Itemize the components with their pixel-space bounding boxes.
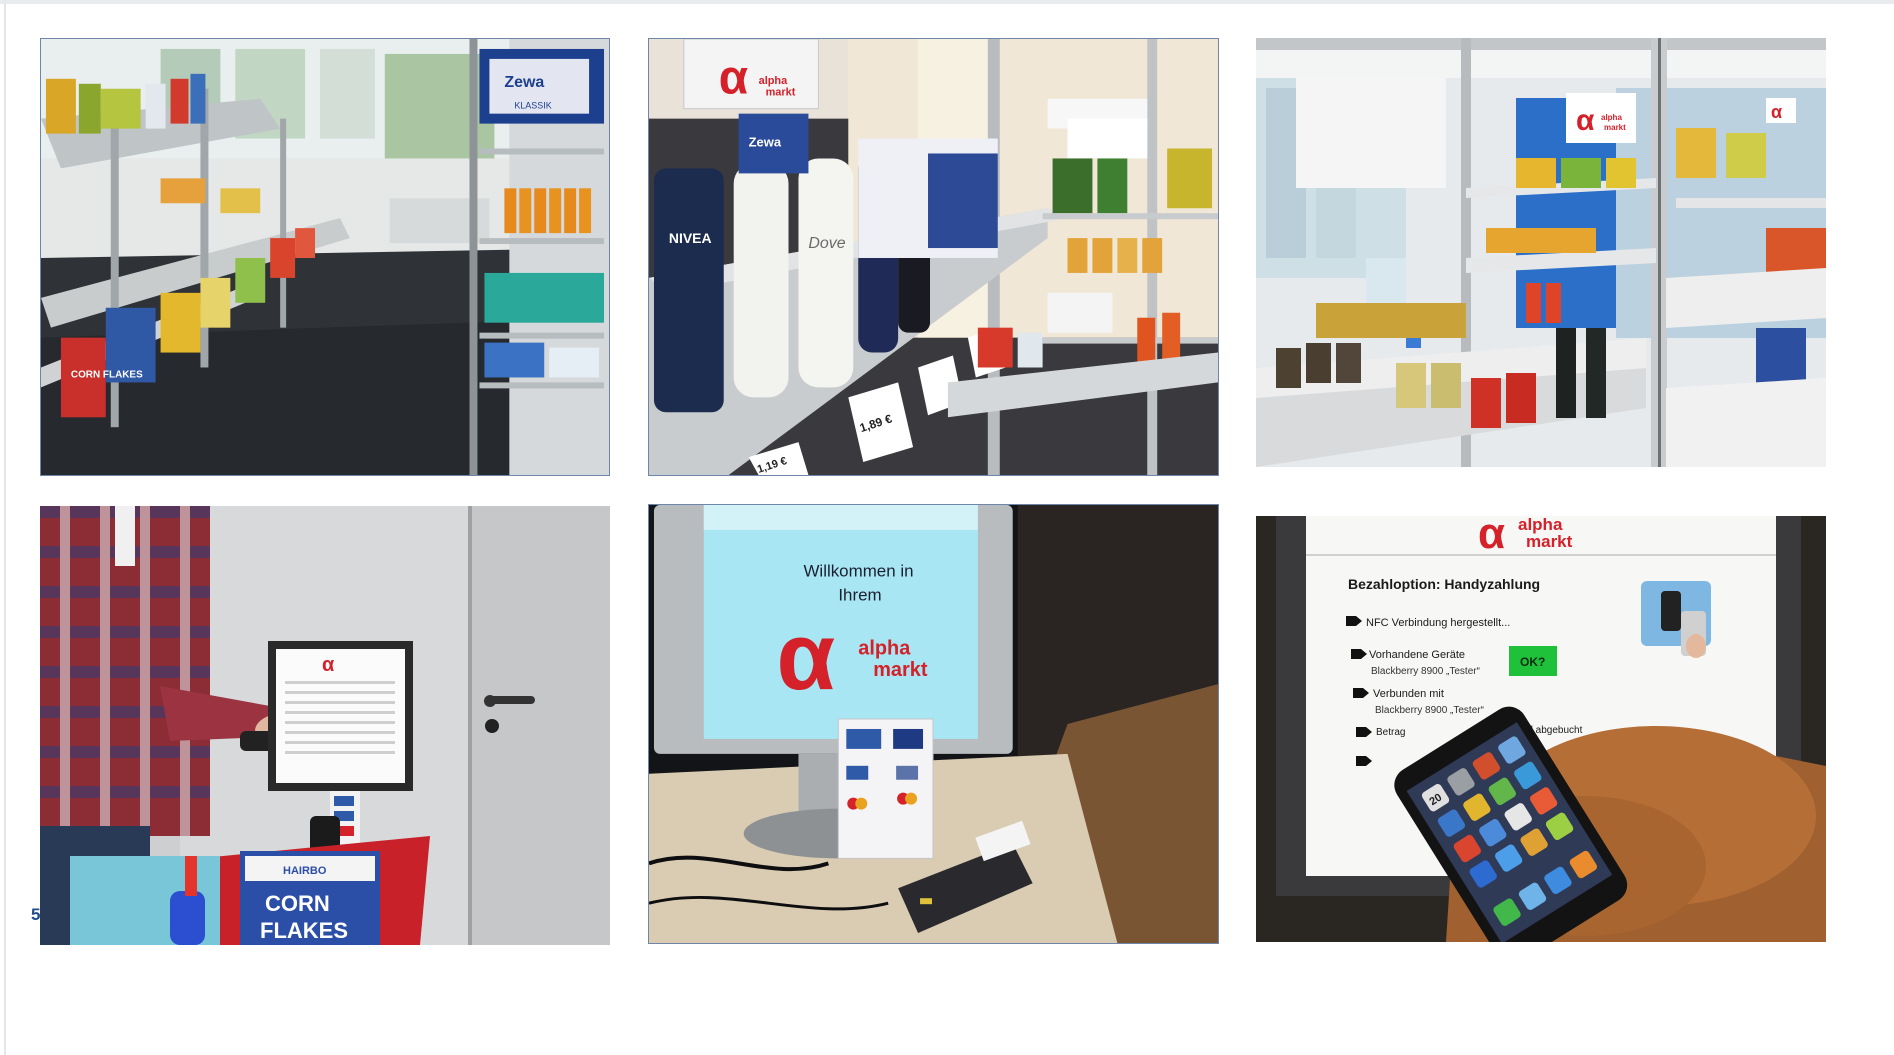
presentation-slide: CORN FLAKES Zewa KLASSIK α alpha markt N…: [0, 0, 1894, 1055]
device-name: Blackberry 8900 „Tester“: [1371, 666, 1480, 677]
markt-logo-word: markt: [1526, 532, 1573, 551]
self-checkout-photo-icon: α HAIRBO CORN FLAKES: [40, 506, 610, 945]
connected-device: Blackberry 8900 „Tester“: [1375, 705, 1484, 716]
store-shelves-photo-icon: CORN FLAKES Zewa KLASSIK: [41, 39, 609, 475]
product-label-flakes: FLAKES: [260, 918, 348, 943]
welcome-line-1: Willkommen in: [803, 562, 913, 581]
ok-button-label: OK?: [1520, 655, 1545, 669]
product-label-nivea: NIVEA: [669, 230, 712, 246]
alpha-logo-word: alpha: [858, 637, 911, 659]
store-aisle-photo-icon: α alpha markt α: [1256, 38, 1826, 467]
product-label-dove: Dove: [808, 235, 845, 252]
alpha-logo-symbol: α: [1478, 516, 1505, 558]
markt-logo-word: markt: [1604, 123, 1626, 132]
slide-top-edge: [0, 0, 1894, 4]
product-label-corn: CORN: [265, 891, 330, 916]
photo-mobile-payment: α alpha markt Bezahloption: Handyzahlung…: [1256, 516, 1826, 942]
product-label-zewa: Zewa: [504, 74, 544, 91]
payment-heading: Bezahloption: Handyzahlung: [1348, 576, 1540, 592]
alpha-logo-symbol: α: [777, 603, 836, 710]
mobile-payment-photo-icon: α alpha markt Bezahloption: Handyzahlung…: [1256, 516, 1826, 942]
store-shelf-closeup-photo-icon: α alpha markt NIVEA Dove Zewa 1,89 € 1,1…: [649, 39, 1218, 475]
alpha-logo-word: alpha: [759, 75, 788, 87]
connected-label: Verbunden mit: [1373, 688, 1444, 700]
svg-text:α: α: [322, 654, 335, 676]
devices-label: Vorhandene Geräte: [1369, 649, 1465, 661]
product-label-hairbo: HAIRBO: [283, 865, 327, 877]
photo-welcome-terminal: Willkommen in Ihrem α alpha markt: [648, 504, 1219, 944]
photo-self-checkout: α HAIRBO CORN FLAKES: [40, 506, 610, 945]
alpha-logo-symbol: α: [719, 52, 748, 105]
nfc-status: NFC Verbindung hergestellt...: [1366, 617, 1510, 629]
slide-left-edge: [4, 0, 6, 1055]
markt-logo-word: markt: [873, 659, 928, 681]
product-label-cornflakes: CORN FLAKES: [71, 369, 143, 380]
photo-store-aisle: α alpha markt α: [1256, 38, 1826, 467]
alpha-logo-word: alpha: [1601, 113, 1622, 122]
product-label-zewa-2: Zewa: [749, 135, 782, 150]
welcome-line-2: Ihrem: [838, 586, 881, 605]
photo-store-shelves: CORN FLAKES Zewa KLASSIK: [40, 38, 610, 476]
page-number: 5: [31, 905, 41, 924]
photo-shelf-closeup: α alpha markt NIVEA Dove Zewa 1,89 € 1,1…: [648, 38, 1219, 476]
product-label-klassik: KLASSIK: [514, 101, 551, 111]
amount-label-start: Betrag: [1376, 727, 1405, 738]
welcome-monitor-photo-icon: Willkommen in Ihrem α alpha markt: [649, 505, 1218, 943]
svg-text:α: α: [1771, 102, 1782, 122]
markt-logo-word: markt: [766, 87, 796, 99]
alpha-logo-symbol: α: [1576, 104, 1595, 137]
